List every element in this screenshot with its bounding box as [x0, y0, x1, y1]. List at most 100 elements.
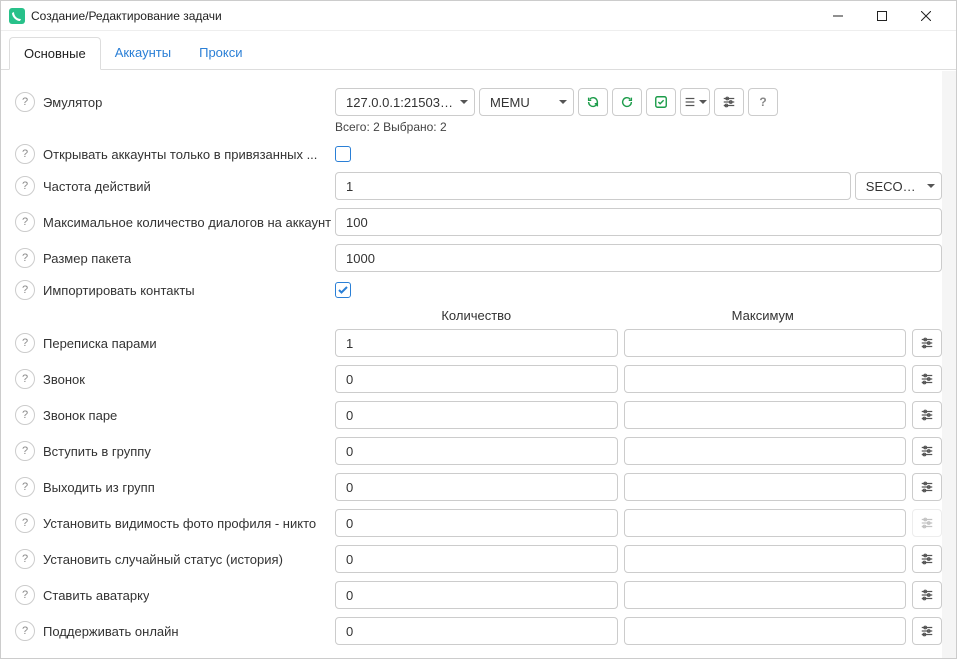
photo-count-input[interactable]	[335, 509, 618, 537]
footer: Запустить Планировщик	[1, 653, 956, 655]
emulator-address-value: 127.0.0.1:21503, ...	[346, 95, 454, 110]
help-icon[interactable]: ?	[15, 212, 35, 232]
help-button[interactable]: ?	[748, 88, 778, 116]
row-leave-group: ? Выходить из групп	[1, 473, 956, 501]
emulator-type-select[interactable]: MEMU	[479, 88, 574, 116]
help-icon[interactable]: ?	[15, 513, 35, 533]
label-join-group: Вступить в группу	[43, 444, 151, 459]
avatar-max-input[interactable]	[624, 581, 907, 609]
help-icon[interactable]: ?	[15, 369, 35, 389]
max-dialogs-input[interactable]	[335, 208, 942, 236]
help-icon[interactable]: ?	[15, 92, 35, 112]
import-contacts-checkbox[interactable]	[335, 282, 351, 298]
action-freq-input[interactable]	[335, 172, 851, 200]
label-keep-online: Поддерживать онлайн	[43, 624, 179, 639]
leave-max-input[interactable]	[624, 473, 907, 501]
action-unit-value: SECONDS	[866, 179, 921, 194]
status-count-input[interactable]	[335, 545, 618, 573]
chevron-down-icon	[699, 100, 707, 104]
emulator-type-value: MEMU	[490, 95, 553, 110]
list-button[interactable]	[680, 88, 710, 116]
help-icon[interactable]: ?	[15, 333, 35, 353]
online-count-input[interactable]	[335, 617, 618, 645]
help-icon[interactable]: ?	[15, 477, 35, 497]
header-count: Количество	[335, 308, 622, 323]
avatar-settings-button[interactable]	[912, 581, 942, 609]
online-settings-button[interactable]	[912, 617, 942, 645]
scrollbar[interactable]	[942, 71, 956, 658]
help-icon[interactable]: ?	[15, 549, 35, 569]
app-icon	[9, 8, 25, 24]
avatar-count-input[interactable]	[335, 581, 618, 609]
leave-settings-button[interactable]	[912, 473, 942, 501]
label-pairs-chat: Переписка парами	[43, 336, 157, 351]
settings-button[interactable]	[714, 88, 744, 116]
photo-settings-button[interactable]	[912, 509, 942, 537]
check-button[interactable]	[646, 88, 676, 116]
tab-proxy[interactable]: Прокси	[185, 37, 256, 69]
call-count-input[interactable]	[335, 365, 618, 393]
emulator-address-select[interactable]: 127.0.0.1:21503, ...	[335, 88, 475, 116]
help-icon[interactable]: ?	[15, 280, 35, 300]
call-max-input[interactable]	[624, 365, 907, 393]
label-import-contacts: Импортировать контакты	[43, 283, 195, 298]
tabs: Основные Аккаунты Прокси	[1, 31, 956, 70]
help-icon[interactable]: ?	[15, 405, 35, 425]
minimize-button[interactable]	[816, 1, 860, 31]
refresh-button[interactable]	[612, 88, 642, 116]
call-pair-count-input[interactable]	[335, 401, 618, 429]
close-button[interactable]	[904, 1, 948, 31]
open-bound-checkbox[interactable]	[335, 146, 351, 162]
call-pair-max-input[interactable]	[624, 401, 907, 429]
call-pair-settings-button[interactable]	[912, 401, 942, 429]
action-unit-select[interactable]: SECONDS	[855, 172, 942, 200]
row-set-photo: ? Установить видимость фото профиля - ник…	[1, 509, 956, 537]
action-headers: Количество Максимум	[1, 308, 956, 323]
window-controls	[816, 1, 948, 31]
status-settings-button[interactable]	[912, 545, 942, 573]
tab-accounts[interactable]: Аккаунты	[101, 37, 185, 69]
row-packet-size: ? Размер пакета	[1, 244, 956, 272]
help-icon[interactable]: ?	[15, 144, 35, 164]
help-icon[interactable]: ?	[15, 441, 35, 461]
help-icon[interactable]: ?	[15, 621, 35, 641]
photo-max-input[interactable]	[624, 509, 907, 537]
tab-main[interactable]: Основные	[9, 37, 101, 70]
join-count-input[interactable]	[335, 437, 618, 465]
chevron-down-icon	[460, 100, 468, 104]
label-leave-group: Выходить из групп	[43, 480, 155, 495]
row-emulator: ? Эмулятор 127.0.0.1:21503, ... MEMU ?	[1, 88, 956, 116]
row-set-status: ? Установить случайный статус (история)	[1, 545, 956, 573]
row-keep-online: ? Поддерживать онлайн	[1, 617, 956, 645]
label-max-dialogs: Максимальное количество диалогов на акка…	[43, 215, 331, 230]
chevron-down-icon	[927, 184, 935, 188]
join-max-input[interactable]	[624, 437, 907, 465]
join-settings-button[interactable]	[912, 437, 942, 465]
pairs-settings-button[interactable]	[912, 329, 942, 357]
maximize-button[interactable]	[860, 1, 904, 31]
row-join-group: ? Вступить в группу	[1, 437, 956, 465]
row-open-bound: ? Открывать аккаунты только в привязанны…	[1, 144, 956, 164]
pairs-max-input[interactable]	[624, 329, 907, 357]
label-set-photo: Установить видимость фото профиля - никт…	[43, 516, 316, 531]
help-icon[interactable]: ?	[15, 176, 35, 196]
packet-size-input[interactable]	[335, 244, 942, 272]
call-settings-button[interactable]	[912, 365, 942, 393]
pairs-count-input[interactable]	[335, 329, 618, 357]
online-max-input[interactable]	[624, 617, 907, 645]
status-max-input[interactable]	[624, 545, 907, 573]
label-set-avatar: Ставить аватарку	[43, 588, 149, 603]
label-set-status: Установить случайный статус (история)	[43, 552, 283, 567]
row-call: ?Звонок	[1, 365, 956, 393]
help-icon[interactable]: ?	[15, 248, 35, 268]
titlebar: Создание/Редактирование задачи	[1, 1, 956, 31]
leave-count-input[interactable]	[335, 473, 618, 501]
header-max: Максимум	[622, 308, 909, 323]
content: ? Эмулятор 127.0.0.1:21503, ... MEMU ? В…	[1, 70, 956, 655]
label-emulator: Эмулятор	[43, 95, 102, 110]
refresh-all-button[interactable]	[578, 88, 608, 116]
row-set-avatar: ? Ставить аватарку	[1, 581, 956, 609]
label-open-bound: Открывать аккаунты только в привязанных …	[43, 147, 317, 162]
help-icon[interactable]: ?	[15, 585, 35, 605]
row-max-dialogs: ? Максимальное количество диалогов на ак…	[1, 208, 956, 236]
